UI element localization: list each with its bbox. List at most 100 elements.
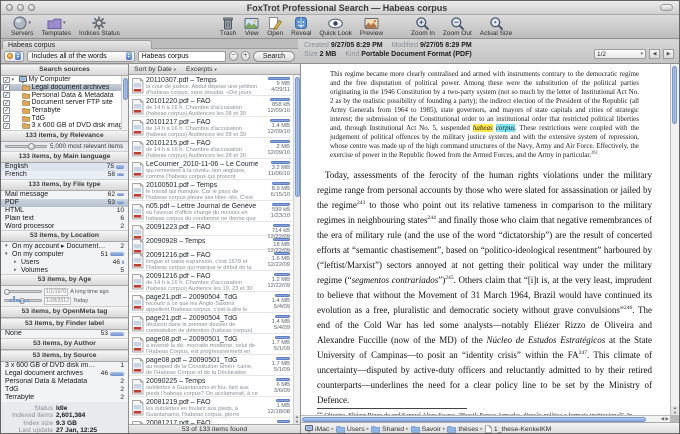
remove-criterion-button[interactable]: − [229, 51, 238, 61]
result-row[interactable]: 20091223.pdf – FAO714 kB12/22/09 [129, 222, 292, 236]
disclosure-triangle-icon[interactable]: ▸ [14, 267, 19, 273]
result-row[interactable]: page08.pdf – 20090501_TdGau respect de l… [129, 355, 292, 376]
toolbar-button-templates[interactable]: ▾Templates [41, 16, 71, 37]
pdf-icon [131, 141, 146, 157]
result-row[interactable]: 20101217.pdf – FAOde 14 h à 16 h. Chambr… [129, 117, 292, 138]
toolbar-button-label: Open [267, 30, 283, 37]
disclosure-triangle-icon[interactable]: ▾ [5, 251, 10, 257]
facet-row[interactable]: 3 x 600 GB of DVD disk im…1 [1, 362, 128, 370]
facet-row[interactable]: Terrabyte2 [1, 394, 128, 402]
page-selector[interactable]: 1/2 ▾ [594, 49, 646, 59]
checkbox-icon[interactable]: ✓ [3, 77, 10, 84]
checkbox-icon[interactable]: ✓ [3, 107, 10, 114]
result-row[interactable]: 20090928 – Temps18 MB12/22/09 [129, 236, 292, 250]
result-row[interactable]: 20101215.pdf – FAOde 14 h à 16 h. Chambr… [129, 138, 292, 159]
facet-row[interactable]: Plain text6 [1, 214, 128, 222]
facet-row[interactable]: ▸Volumes5 [1, 266, 128, 274]
previous-page-button[interactable]: ◀ [649, 49, 660, 59]
relevance-slider[interactable] [5, 145, 47, 148]
zoom-button[interactable] [28, 4, 35, 11]
toolbar-toggle-button[interactable] [660, 4, 673, 11]
text-segment: 247 [579, 350, 587, 356]
source-row[interactable]: ✓Document server FTP site [1, 99, 121, 107]
toolbar-button-indices-status[interactable]: Indices Status [79, 16, 120, 37]
result-row[interactable]: 20091216.pdf – FAOde 14 h à 16 h. Chambr… [129, 271, 292, 292]
path-item[interactable]: thèses [447, 425, 478, 433]
toolbar-button-open[interactable]: Open [267, 16, 283, 37]
scrollbar[interactable] [121, 76, 128, 130]
toolbar-button-view[interactable]: View [244, 16, 259, 37]
facet-row[interactable]: ▸Users46 [1, 258, 128, 266]
toolbar-button-trash[interactable]: Trash [220, 16, 236, 37]
result-row[interactable]: page08.pdf – 20090501_TdGa inventé la dé… [129, 334, 292, 355]
facet-row[interactable]: French58 [1, 171, 128, 179]
result-row[interactable]: n05.pdf – Lettre Journal de Genèveou l'a… [129, 201, 292, 222]
checkbox-icon[interactable]: ✓ [3, 100, 10, 107]
add-criterion-button[interactable]: + [241, 51, 250, 61]
checkbox-icon[interactable]: ✓ [3, 92, 10, 99]
search-button[interactable]: Search [253, 51, 295, 62]
toolbar-button-zoom-in[interactable]: Zoom In [411, 16, 435, 37]
result-row[interactable]: 20100501.pdf – Tempsle travail qui manqu… [129, 180, 292, 201]
result-row[interactable]: 20101220.pdf – FAOde 14 h à 16 h. Chambr… [129, 96, 292, 117]
result-row[interactable]: LeCourrier_2010-11-06 – Le Courrierqui r… [129, 159, 292, 180]
excerpts-popup[interactable]: Excerpts▾ [186, 66, 217, 73]
result-row[interactable]: 20110307.pdf – Tempsla cour de justice. … [129, 75, 292, 96]
toolbar-button-reveal[interactable]: Reveal [291, 16, 311, 37]
source-row[interactable]: ✓3 x 600 GB of DVD disk images [1, 122, 121, 130]
result-row[interactable]: page21.pdf – 20090504_TdGrecourir à ce q… [129, 292, 292, 313]
vertical-scrollbar[interactable]: ▲▼ [670, 64, 679, 415]
facet-row[interactable]: PDF53 [1, 199, 128, 207]
facet-row[interactable]: Legal document archives46 [1, 370, 128, 378]
disclosure-triangle-icon[interactable]: ▾ [5, 243, 10, 249]
disclosure-triangle-icon[interactable]: ▾ [12, 77, 17, 83]
facet-row[interactable]: English75 [1, 163, 128, 171]
facet-row[interactable]: Mail message62 [1, 191, 128, 199]
disclosure-triangle-icon[interactable]: ▸ [14, 259, 19, 265]
folder-small-icon [22, 99, 30, 106]
toolbar-button-actual-size[interactable]: Actual Size [480, 16, 513, 37]
horizontal-scrollbar[interactable]: ◀ ▶ [301, 415, 670, 422]
next-page-button[interactable]: ▶ [663, 49, 674, 59]
minimize-button[interactable] [17, 4, 24, 11]
source-row[interactable]: ✓Terrabyte [1, 107, 121, 115]
checkbox-icon[interactable]: ✓ [3, 115, 10, 122]
facet-row[interactable]: Personal Data & Metadata2 [1, 378, 128, 386]
path-item[interactable]: Shared [371, 425, 404, 433]
source-row[interactable]: ✓TdG [1, 114, 121, 122]
search-mode-popup[interactable]: Includes all of the words ▲▼ [27, 51, 135, 62]
facet-row[interactable]: ▾On my computer51 [1, 250, 128, 258]
facet-row[interactable]: HTML10 [1, 207, 128, 215]
path-item[interactable]: Users [336, 425, 365, 433]
checkbox-icon[interactable]: ✓ [3, 123, 10, 130]
relevance-bar [271, 161, 290, 164]
tab-habeas-corpus[interactable]: Habeas corpus [2, 40, 152, 49]
result-row[interactable]: 20090225 – Tempsoubliettes à Guantanamo … [129, 376, 292, 397]
sort-popup[interactable]: Sort by Date▾ [134, 66, 176, 73]
path-item[interactable]: iMac [305, 425, 329, 433]
source-row[interactable]: ✓Legal document archives [1, 84, 121, 92]
checkbox-icon[interactable]: ✓ [3, 84, 10, 91]
facet-row[interactable]: TdG2 [1, 386, 128, 394]
facet-row[interactable]: ▾On my account ▸ Document…2 [1, 242, 128, 250]
facet-row[interactable]: None53 [1, 330, 128, 338]
toolbar-button-zoom-out[interactable]: Zoom Out [443, 16, 472, 37]
age-slider[interactable] [4, 290, 42, 293]
source-row[interactable]: ✓▾My Computer [1, 76, 121, 84]
facet-bar [117, 201, 124, 205]
source-row[interactable]: ✓Personal Data & Metadata [1, 91, 121, 99]
toolbar-button-quick-look[interactable]: Quick Look [319, 16, 352, 37]
result-row[interactable]: page21.pdf – 20090504_TdGdécision dans l… [129, 313, 292, 334]
search-input[interactable] [138, 51, 226, 62]
path-item[interactable]: Savoir [411, 425, 441, 433]
result-row[interactable]: 20081217.pdf – FAO [129, 418, 292, 424]
scrollbar[interactable]: ▲▼ [293, 75, 300, 424]
result-row[interactable]: 20091216.pdf – FAOlongue et saine expans… [129, 250, 292, 271]
toolbar-button-preview[interactable]: Preview [360, 16, 383, 37]
template-popup[interactable]: ▲▼ [4, 51, 24, 62]
toolbar-button-servers[interactable]: ▾Servers [11, 16, 33, 37]
close-button[interactable] [6, 4, 13, 11]
result-row[interactable]: 20081219.pdf – FAOles oubliettes en foul… [129, 397, 292, 418]
facet-row[interactable]: Word processor2 [1, 222, 128, 230]
path-item[interactable]: 1_these-KenkelKM [485, 425, 551, 433]
